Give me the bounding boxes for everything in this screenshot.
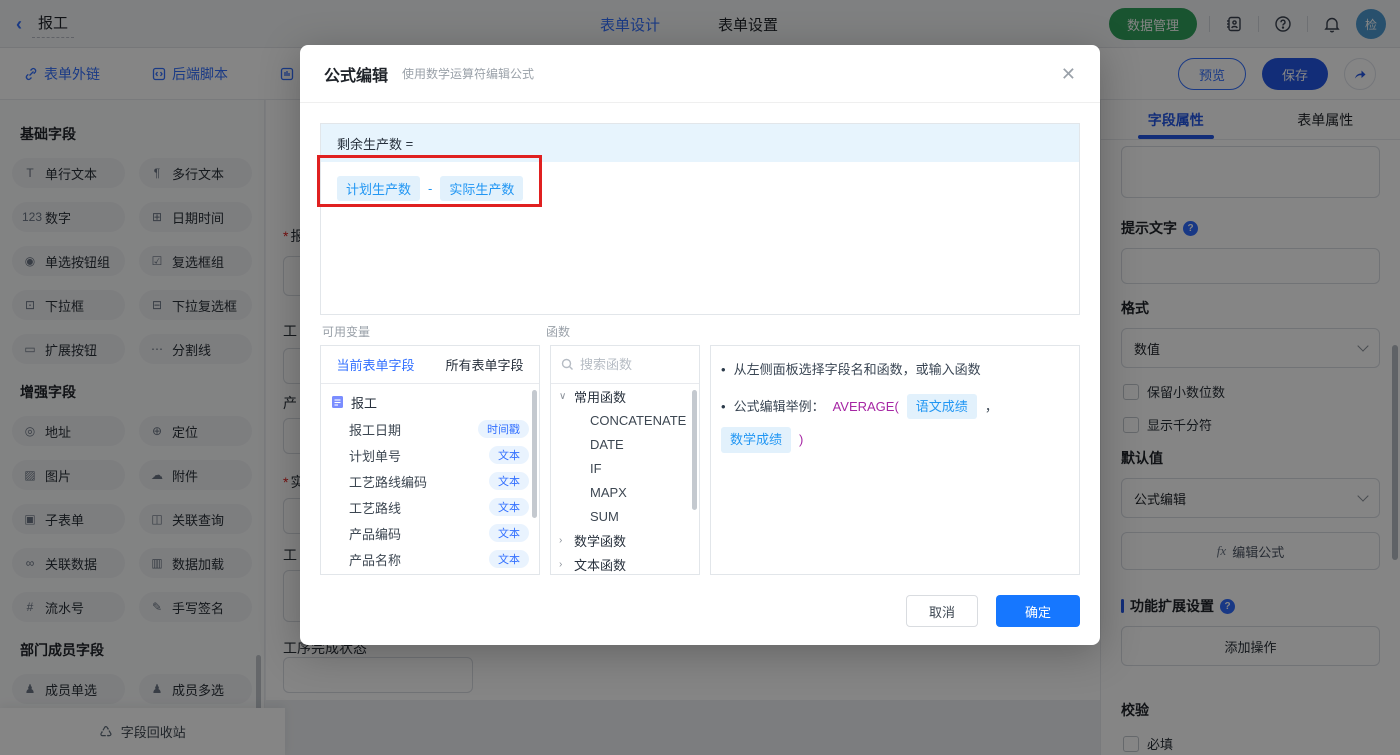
function-tree-row[interactable]: CONCATENATE [551,408,699,432]
variable-field-name: 产品名称 [349,552,402,568]
function-search[interactable] [551,346,699,384]
function-search-input[interactable] [580,357,680,372]
tab-current-form-fields[interactable]: 当前表单字段 [336,355,414,374]
modal-header: 公式编辑 使用数学运算符编辑公式 ✕ [300,45,1100,103]
variable-type-badge: 时间戳 [478,420,529,438]
formula-token-planned-qty[interactable]: 计划生产数 [337,176,421,201]
tree-chevron-icon: ∨ [559,390,567,402]
variables-label: 可用变量 [322,325,371,339]
tree-chevron-icon: › [559,534,563,546]
bullet-icon: • [721,362,726,377]
variable-type-badge: 文本 [489,446,529,464]
variable-field-name: 产品编码 [349,526,402,542]
tab-all-form-fields[interactable]: 所有表单字段 [445,355,523,374]
example-function-name: AVERAGE( [832,398,899,414]
function-tree-label: MAPX [590,484,627,500]
function-tree-row[interactable]: ∨ 常用函数 [551,384,699,408]
form-node[interactable]: 报工 [321,388,539,416]
modal-title: 公式编辑 [324,67,389,85]
functions-scrollbar[interactable] [692,390,697,510]
formula-editor[interactable]: 剩余生产数 = 计划生产数 - 实际生产数 [320,123,1080,315]
tips-panel: • 从左侧面板选择字段名和函数，或输入函数 • 公式编辑举例： AVERAGE(… [710,345,1080,575]
function-tree-row[interactable]: › 文本函数 [551,552,699,574]
variables-tabs: 当前表单字段 所有表单字段 [321,346,539,384]
cancel-button[interactable]: 取消 [906,595,978,627]
function-tree-row[interactable]: MAPX [551,480,699,504]
tree-chevron-icon: › [559,558,563,570]
tip-line-2: • 公式编辑举例： AVERAGE( 语文成绩 ， 数学成绩 ) [721,393,1065,453]
modal-subtitle: 使用数学运算符编辑公式 [402,67,535,81]
confirm-button[interactable]: 确定 [996,595,1080,627]
function-tree-label: 常用函数 [574,389,627,405]
variable-type-badge: 文本 [489,550,529,568]
function-tree-label: 数学函数 [574,533,627,549]
functions-label: 函数 [546,325,571,339]
function-tree-row[interactable]: IF [551,456,699,480]
variable-field-row[interactable]: 工艺路线编码 文本 [321,468,539,494]
search-icon [561,358,573,370]
bullet-icon: • [721,398,726,414]
example-close-paren: ) [799,432,804,447]
variable-field-name: 报工日期 [349,422,402,438]
function-tree-label: DATE [590,436,624,452]
variable-field-row[interactable]: 计划单号 文本 [321,442,539,468]
close-icon[interactable]: ✕ [1061,65,1076,83]
formula-target-row: 剩余生产数 = [321,124,1079,162]
functions-panel: ∨ 常用函数 CONCATENATE DATE IF MAPX SUM [550,345,700,575]
variable-type-badge: 文本 [489,472,529,490]
formula-expression[interactable]: 计划生产数 - 实际生产数 [321,162,1079,215]
tip-line-1: • 从左侧面板选择字段名和函数，或输入函数 [721,360,1065,380]
function-tree-label: IF [590,460,602,476]
variable-field-row[interactable]: 产品名称 文本 [321,546,539,572]
function-tree-row[interactable]: DATE [551,432,699,456]
form-node-label: 报工 [351,395,378,411]
file-icon [332,396,343,408]
formula-edit-modal: 公式编辑 使用数学运算符编辑公式 ✕ 剩余生产数 = 计划生产数 - 实际生产数… [300,45,1100,645]
function-tree-row[interactable]: SUM [551,504,699,528]
variable-field-row[interactable]: 工艺路线 文本 [321,494,539,520]
function-tree-row[interactable]: › 数学函数 [551,528,699,552]
example-arg-chip: 语文成绩 [906,393,977,419]
variable-field-row[interactable]: 产品编码 文本 [321,520,539,546]
variable-type-badge: 文本 [489,498,529,516]
variable-type-badge: 文本 [489,524,529,542]
variable-field-row[interactable]: 报工日期 时间戳 [321,416,539,442]
formula-target: 剩余生产数 [337,136,403,152]
app-window: ‹ 报工 表单设计 表单设置 数据管理 检 表单外链 后端脚本 预览 保存 基础… [0,0,1400,755]
variable-field-name: 工艺路线 [349,500,402,516]
formula-operator-minus: - [428,181,433,196]
function-tree-label: SUM [590,508,619,524]
function-tree-label: CONCATENATE [590,412,687,428]
variable-field-name: 工艺路线编码 [349,474,428,490]
variables-panel: 当前表单字段 所有表单字段 报工 报工日期 时间戳 计划单号 文本 工艺路线编码… [320,345,540,575]
formula-equals: = [405,135,414,151]
modal-footer: 取消 确定 [906,595,1080,627]
example-arg-chip: 数学成绩 [721,427,792,453]
formula-token-actual-qty[interactable]: 实际生产数 [440,176,524,201]
variable-field-name: 计划单号 [349,448,402,464]
variables-scrollbar[interactable] [532,390,537,518]
function-tree-label: 文本函数 [574,557,627,573]
